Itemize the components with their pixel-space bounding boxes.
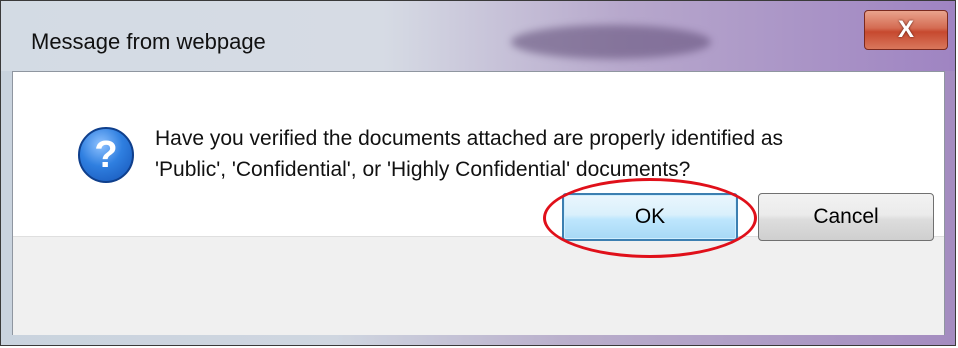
message-line-1: Have you verified the documents attached…: [155, 127, 784, 150]
question-icon: ?: [78, 127, 134, 183]
cancel-button[interactable]: Cancel: [758, 193, 934, 241]
dialog-title: Message from webpage: [31, 29, 266, 54]
message-dialog: Message from webpage X ? Have you verifi…: [0, 0, 956, 346]
background-blur: [511, 25, 711, 59]
close-button[interactable]: X: [864, 10, 948, 50]
title-bar[interactable]: Message from webpage X: [1, 1, 955, 71]
message-line-2: 'Public', 'Confidential', or 'Highly Con…: [155, 158, 691, 181]
close-icon: X: [897, 16, 914, 43]
ok-button[interactable]: OK: [562, 193, 738, 241]
button-area: [13, 236, 944, 335]
